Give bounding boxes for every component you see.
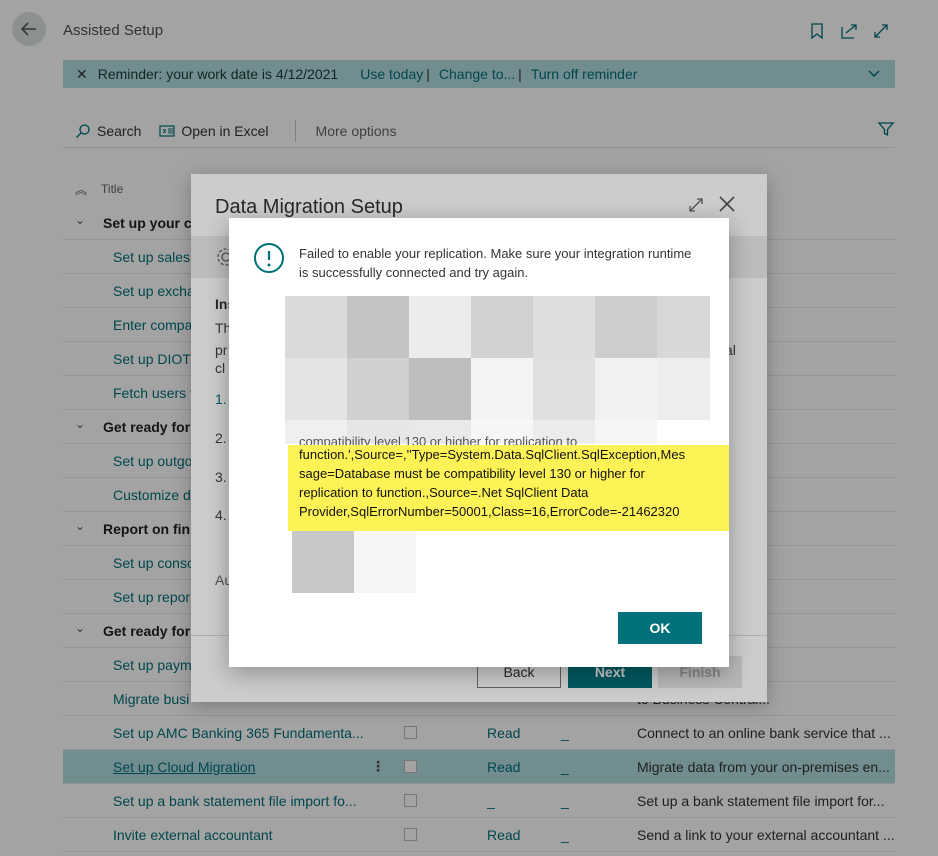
error-line: replication to function.,Source=.Net Sql…	[299, 485, 589, 500]
error-dialog: Failed to enable your replication. Make …	[229, 218, 729, 667]
error-line: sage=Database must be compatibility leve…	[299, 466, 645, 481]
error-partial-line: compatibility level 130 or higher for re…	[299, 434, 578, 445]
error-line: Provider,SqlErrorNumber=50001,Class=16,E…	[299, 504, 680, 519]
ok-button[interactable]: OK	[618, 612, 702, 644]
error-detail-text: compatibility level 130 or higher for re…	[299, 432, 719, 521]
info-icon	[254, 243, 284, 273]
error-message: Failed to enable your replication. Make …	[299, 246, 692, 280]
error-line: function.',Source=,''Type=System.Data.Sq…	[299, 447, 686, 462]
